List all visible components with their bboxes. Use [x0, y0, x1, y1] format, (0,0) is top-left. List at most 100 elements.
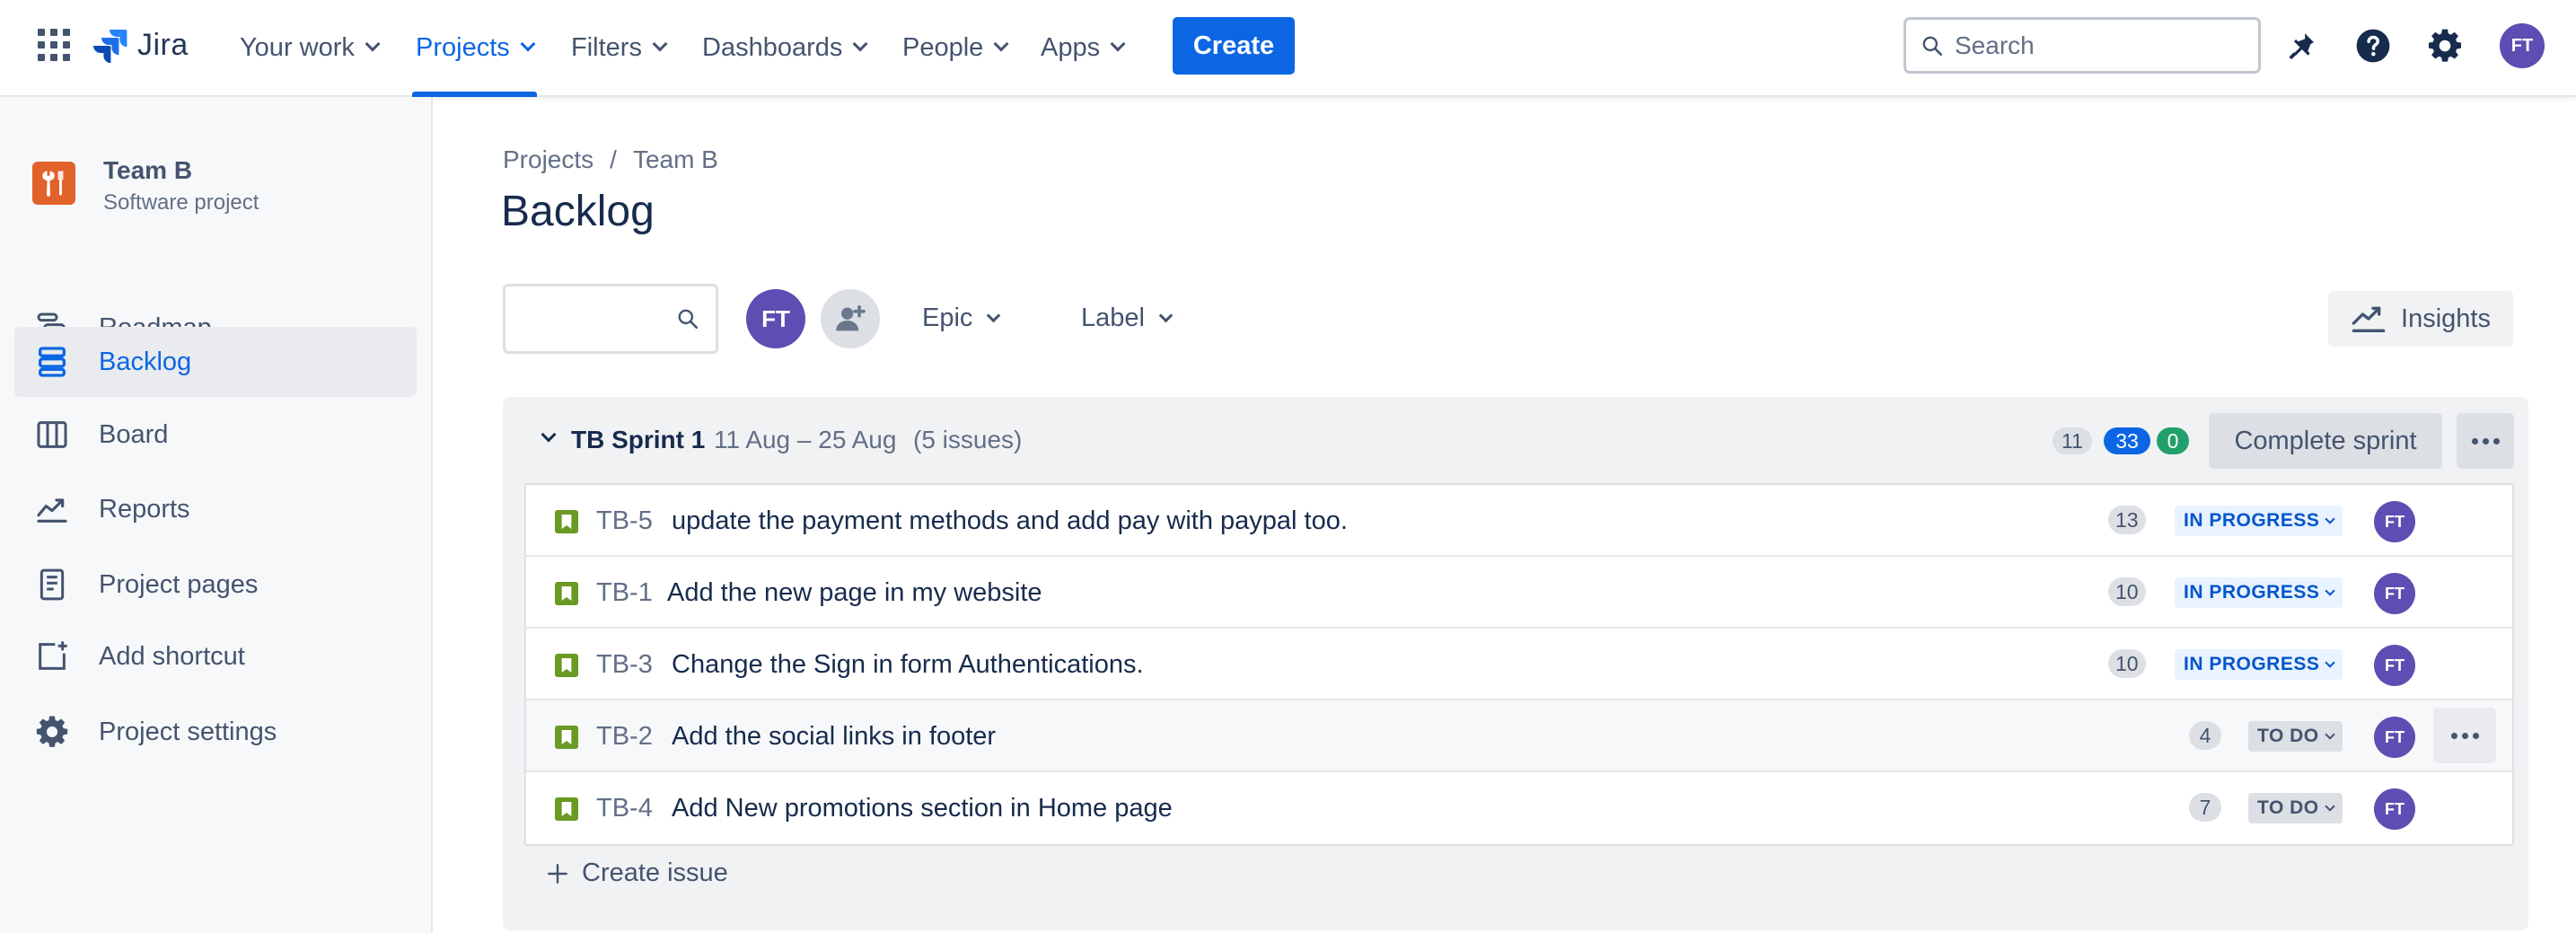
more-icon-dot	[2482, 437, 2489, 444]
nav-people[interactable]: People	[902, 0, 1009, 95]
sprint-collapse-toggle[interactable]	[539, 427, 558, 447]
search-field[interactable]	[1903, 17, 2261, 74]
story-icon	[555, 654, 578, 677]
story-icon	[555, 726, 578, 749]
story-icon	[555, 797, 578, 821]
top-navigation: Jira Your work Projects Filters Dashboar…	[0, 0, 2576, 97]
issue-summary[interactable]: Add the new page in my website	[667, 578, 1042, 608]
issue-key[interactable]: TB-5	[596, 506, 653, 536]
app-switcher-icon[interactable]	[38, 29, 70, 61]
more-icon-dot	[2472, 732, 2479, 739]
jira-logo[interactable]: Jira	[92, 23, 189, 66]
issue-list: TB-5 update the payment methods and add …	[524, 483, 2514, 846]
board-icon	[37, 421, 67, 448]
backlog-search-input[interactable]	[503, 284, 718, 354]
issue-summary[interactable]: Change the Sign in form Authentications.	[672, 650, 1144, 680]
sidebar-item-backlog[interactable]: Backlog	[14, 327, 417, 397]
page-title: Backlog	[501, 188, 655, 235]
assignee-filter-avatar[interactable]: FT	[746, 289, 805, 348]
insights-label: Insights	[2401, 304, 2491, 333]
issue-row[interactable]: TB-1 Add the new page in my website 10 I…	[526, 557, 2512, 629]
status-label: TO DO	[2257, 726, 2319, 746]
issue-key[interactable]: TB-3	[596, 650, 653, 680]
breadcrumb: Projects / Team B	[503, 145, 718, 174]
complete-sprint-button[interactable]: Complete sprint	[2209, 413, 2442, 469]
jira-logo-icon	[93, 30, 127, 63]
sidebar-item-project-pages[interactable]: Project pages	[14, 549, 417, 621]
sprint-container: TB Sprint 1 11 Aug – 25 Aug (5 issues) 1…	[503, 397, 2528, 930]
issue-row[interactable]: TB-5 update the payment methods and add …	[526, 485, 2512, 557]
settings-gear-icon[interactable]	[2424, 25, 2466, 66]
chevron-down-icon	[2325, 657, 2336, 668]
nav-dashboards[interactable]: Dashboards	[702, 0, 868, 95]
project-name[interactable]: Team B	[103, 156, 192, 185]
issue-row[interactable]: TB-4 Add New promotions section in Home …	[526, 772, 2512, 844]
help-icon[interactable]	[2352, 25, 2394, 66]
in-progress-points-badge: 33	[2104, 427, 2150, 454]
nav-your-work[interactable]: Your work	[240, 0, 381, 95]
issue-summary[interactable]: Add the social links in footer	[672, 722, 996, 752]
issue-key[interactable]: TB-4	[596, 794, 653, 823]
create-issue-button[interactable]: Create issue	[546, 858, 728, 888]
gear-icon	[36, 716, 68, 747]
issue-summary[interactable]: Add New promotions section in Home page	[672, 794, 1173, 823]
sprint-issue-count: (5 issues)	[913, 426, 1023, 453]
issue-row[interactable]: TB-2 Add the social links in footer 4 TO…	[526, 700, 2512, 772]
project-avatar-icon[interactable]	[32, 162, 75, 205]
insights-button[interactable]: Insights	[2328, 291, 2513, 347]
issue-row[interactable]: TB-3 Change the Sign in form Authenticat…	[526, 629, 2512, 700]
user-avatar[interactable]: FT	[2500, 23, 2545, 68]
assignee-avatar[interactable]: FT	[2374, 645, 2415, 686]
status-dropdown[interactable]: IN PROGRESS	[2175, 506, 2343, 536]
add-person-icon	[836, 304, 866, 331]
sidebar-item-add-shortcut[interactable]: Add shortcut	[14, 621, 417, 692]
todo-points-badge: 11	[2053, 427, 2092, 454]
nav-apps[interactable]: Apps	[1041, 0, 1126, 95]
nav-people-label: People	[902, 32, 984, 62]
status-dropdown[interactable]: TO DO	[2248, 721, 2343, 752]
status-dropdown[interactable]: TO DO	[2248, 793, 2343, 823]
add-people-button[interactable]	[821, 289, 880, 348]
nav-filters[interactable]: Filters	[571, 0, 668, 95]
sidebar-item-project-settings-label: Project settings	[99, 717, 277, 746]
chevron-down-icon	[2324, 801, 2335, 812]
create-button[interactable]: Create	[1173, 17, 1295, 75]
chevron-down-icon	[1110, 36, 1126, 52]
notifications-icon[interactable]	[2281, 25, 2322, 66]
done-points-badge: 0	[2157, 427, 2189, 454]
sidebar-item-board[interactable]: Board	[14, 399, 417, 471]
story-points-badge: 10	[2108, 649, 2146, 678]
assignee-avatar[interactable]: FT	[2374, 788, 2415, 830]
epic-filter-dropdown[interactable]: Epic	[911, 286, 1009, 350]
issue-summary[interactable]: update the payment methods and add pay w…	[672, 506, 1348, 536]
sprint-header: TB Sprint 1 11 Aug – 25 Aug (5 issues) 1…	[503, 397, 2528, 485]
assignee-avatar[interactable]: FT	[2374, 573, 2415, 614]
chevron-down-icon	[993, 36, 1009, 52]
status-dropdown[interactable]: IN PROGRESS	[2175, 649, 2343, 680]
label-filter-label: Label	[1081, 303, 1145, 332]
label-filter-dropdown[interactable]: Label	[1070, 286, 1182, 350]
search-input[interactable]	[1955, 31, 2242, 60]
breadcrumb-projects[interactable]: Projects	[503, 145, 593, 174]
chevron-down-icon	[652, 36, 668, 52]
breadcrumb-team-b[interactable]: Team B	[633, 145, 718, 174]
sidebar-item-project-settings[interactable]: Project settings	[14, 696, 417, 768]
issue-key[interactable]: TB-1	[596, 578, 653, 608]
sprint-dates: 11 Aug – 25 Aug	[714, 426, 897, 453]
assignee-avatar[interactable]: FT	[2374, 501, 2415, 542]
sidebar-item-reports[interactable]: Reports	[14, 473, 417, 545]
sprint-more-actions-button[interactable]	[2457, 413, 2514, 469]
status-dropdown[interactable]: IN PROGRESS	[2175, 577, 2343, 608]
breadcrumb-separator: /	[610, 145, 617, 173]
search-icon	[678, 309, 699, 330]
issue-more-actions-button[interactable]	[2433, 708, 2496, 763]
issue-key[interactable]: TB-2	[596, 722, 653, 752]
assignee-avatar[interactable]: FT	[2374, 717, 2415, 758]
chevron-down-icon	[852, 36, 868, 52]
sprint-name[interactable]: TB Sprint 1	[571, 426, 705, 454]
epic-filter-label: Epic	[922, 303, 973, 332]
story-points-badge: 13	[2108, 506, 2146, 534]
jira-logo-text: Jira	[137, 27, 189, 62]
nav-projects[interactable]: Projects	[412, 0, 537, 97]
create-issue-label: Create issue	[582, 858, 728, 887]
